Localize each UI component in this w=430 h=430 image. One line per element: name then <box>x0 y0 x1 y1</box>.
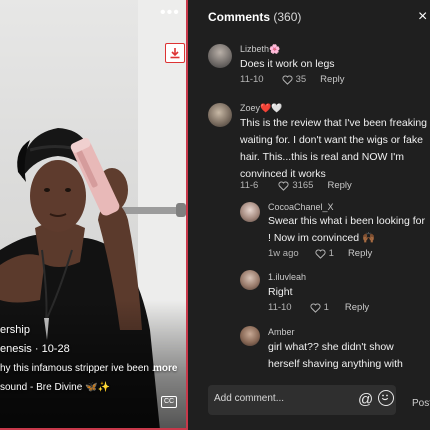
comments-count: (360) <box>273 10 302 24</box>
comment-date: 11-10 <box>240 74 264 85</box>
caption-date: enesis · 10-28 <box>0 343 70 355</box>
avatar[interactable] <box>240 326 260 346</box>
comment-input[interactable]: Add comment... @ <box>208 385 396 415</box>
like-count: 1 <box>323 302 329 313</box>
video-player[interactable]: ••• ership enesis · 10-28 hy this infamo… <box>0 0 188 430</box>
like-count: 35 <box>295 74 307 85</box>
save-icon[interactable] <box>165 43 185 63</box>
comment-username[interactable]: Lizbeth🌸 <box>240 44 280 55</box>
comment-meta: 11-10 35 Reply <box>240 74 344 85</box>
caption-text: hy this infamous stripper ive been ... <box>0 363 161 374</box>
like-icon[interactable] <box>310 302 321 313</box>
avatar[interactable] <box>208 103 232 127</box>
comment-input-placeholder: Add comment... <box>214 393 285 404</box>
reply-button[interactable]: Reply <box>320 74 344 85</box>
comment-date: 11-10 <box>268 302 292 313</box>
sound-label[interactable]: sound - Bre Divine 🦋✨ <box>0 382 110 393</box>
emoji-icon[interactable] <box>378 390 394 406</box>
comment-text: girl what?? she didn't show herself shav… <box>268 341 403 370</box>
comment-meta: 11-10 1 Reply <box>268 302 369 313</box>
like-count: 1 <box>328 248 334 259</box>
comments-header: Comments (360) <box>208 10 301 24</box>
like-icon[interactable] <box>278 180 289 191</box>
comment-text: Swear this what i been looking for ! Now… <box>268 215 426 244</box>
comment-meta: 1w ago 1 Reply <box>268 248 372 259</box>
reply-button[interactable]: Reply <box>327 180 351 191</box>
comment-username[interactable]: 1.iluvleah <box>268 272 306 282</box>
comment-username[interactable]: CocoaChanel_X <box>268 202 334 212</box>
more-options-icon[interactable]: ••• <box>160 4 180 22</box>
caption-more-link[interactable]: more <box>153 363 177 374</box>
comment-username[interactable]: Zoey❤️🤍 <box>240 103 282 114</box>
comment-meta: 11-6 3165 Reply <box>240 180 352 191</box>
comment-username[interactable]: Amber <box>268 327 295 337</box>
like-icon[interactable] <box>282 74 293 85</box>
like-count: 3165 <box>292 180 314 191</box>
post-button[interactable]: Post <box>412 398 430 409</box>
reply-button[interactable]: Reply <box>345 302 369 313</box>
comments-panel: Comments (360) × Lizbeth🌸 Does it work o… <box>196 0 430 430</box>
comment-text: This is the review that I've been freaki… <box>240 117 428 180</box>
comment-text: Does it work on legs <box>240 58 335 70</box>
captions-toggle[interactable]: CC <box>161 396 177 408</box>
comment-date: 11-6 <box>240 180 259 191</box>
reply-button[interactable]: Reply <box>348 248 372 259</box>
comment-date: 1w ago <box>268 248 299 259</box>
comments-title: Comments <box>208 10 271 24</box>
like-icon[interactable] <box>315 248 326 259</box>
caption-username[interactable]: ership <box>0 324 30 336</box>
avatar[interactable] <box>240 202 260 222</box>
avatar[interactable] <box>240 270 260 290</box>
mention-icon[interactable]: @ <box>358 391 373 408</box>
close-icon[interactable]: × <box>418 8 427 26</box>
avatar[interactable] <box>208 44 232 68</box>
comment-text: Right <box>268 286 293 298</box>
